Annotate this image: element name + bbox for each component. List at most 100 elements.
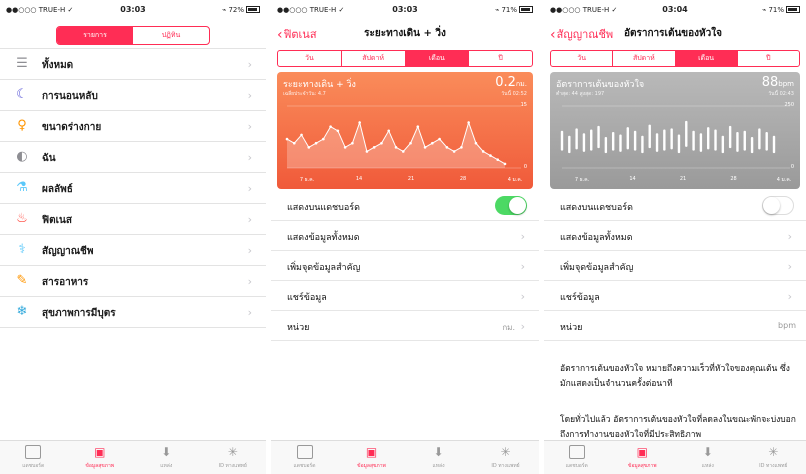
range-bar <box>619 134 622 152</box>
chevron-right-icon: › <box>520 320 525 333</box>
tab-label: แหล่ง <box>160 463 173 469</box>
tab-dashboard[interactable]: ▤ แดชบอร์ด <box>0 441 67 474</box>
range-bar <box>721 135 725 154</box>
segment-year[interactable]: ปี <box>738 51 799 66</box>
data-point <box>409 141 412 145</box>
segment-week[interactable]: สัปดาห์ <box>613 51 676 66</box>
chart-subtitle: เฉลี่ยประจำวัน: 4.7 <box>283 91 326 97</box>
tab-label: ข้อมูลสุขภาพ <box>357 463 386 469</box>
tab-bar: ▤ แดชบอร์ด ▣ ข้อมูลสุขภาพ ⬇ แหล่ง ✳ ID ทางแพ… <box>0 440 266 474</box>
row-label: แสดงข้อมูลทั้งหมด <box>560 233 633 243</box>
range-bar <box>568 135 571 154</box>
back-button[interactable]: ‹สัญญาณชีพ <box>550 25 613 43</box>
segment-year[interactable]: ปี <box>469 51 532 66</box>
chevron-right-icon: › <box>787 290 792 303</box>
chevron-right-icon: › <box>520 230 525 243</box>
tab-sources[interactable]: ⬇ แหล่ง <box>405 441 472 474</box>
list-calendar-segment[interactable]: รายการ ปฏิทิน <box>56 26 210 45</box>
list-icon: ☰ <box>16 56 28 71</box>
data-point <box>372 146 376 149</box>
battery-percent: 71% <box>501 6 517 14</box>
range-segment[interactable]: วัน สัปดาห์ เดือน ปี <box>550 50 800 67</box>
segment-month[interactable]: เดือน <box>405 51 470 66</box>
row-label: แชร์ข้อมูล <box>287 293 327 303</box>
x-tick-label: 4 ม.ค. <box>776 177 792 183</box>
chevron-right-icon: › <box>520 260 525 273</box>
y-max-label: 250 <box>784 102 794 108</box>
sources-icon: ⬇ <box>702 445 713 459</box>
tab-medical-id[interactable]: ✳ ID ทางแพทย์ <box>472 441 539 474</box>
tab-sources[interactable]: ⬇ แหล่ง <box>133 441 200 474</box>
snowflake-icon: ❄ <box>16 304 28 319</box>
tab-label: แหล่ง <box>432 463 445 469</box>
unit-row[interactable]: หน่วย bpm <box>544 311 806 341</box>
y-min-label: 0 <box>790 164 794 170</box>
dashboard-toggle[interactable] <box>762 196 794 215</box>
chevron-right-icon: › <box>787 230 792 243</box>
tab-dashboard[interactable]: ▤ แดชบอร์ด <box>544 441 610 474</box>
category-item[interactable]: ❄ สุขภาพการมีบุตร › <box>0 297 266 328</box>
dashboard-toggle[interactable] <box>495 196 527 215</box>
show-on-dashboard-row[interactable]: แสดงบนแดชบอร์ด <box>271 191 539 221</box>
show-all-data-row[interactable]: แสดงข้อมูลทั้งหมด › <box>544 221 806 251</box>
x-tick-label: 28 <box>459 176 467 182</box>
data-point <box>380 141 383 145</box>
data-point <box>416 125 420 128</box>
data-point <box>394 146 398 149</box>
current-value: 88bpm <box>762 75 794 90</box>
data-point <box>431 141 434 145</box>
add-data-point-row[interactable]: เพิ่มจุดข้อมูลสำคัญ › <box>271 251 539 281</box>
range-bar <box>728 125 732 149</box>
range-bar <box>692 130 695 151</box>
data-point <box>387 129 391 133</box>
category-item[interactable]: ♀ ขนาดร่างกาย › <box>0 111 266 142</box>
battery-indicator: ⌁ 72% <box>222 6 260 14</box>
show-on-dashboard-row[interactable]: แสดงบนแดชบอร์ด <box>544 191 806 221</box>
unit-row[interactable]: หน่วย กม. › <box>271 311 539 341</box>
category-item[interactable]: ☾ การนอนหลับ › <box>0 80 266 111</box>
category-item[interactable]: ☰ ทั้งหมด › <box>0 49 266 80</box>
category-item[interactable]: ⚕ สัญญาณชีพ › <box>0 235 266 266</box>
row-label: หน่วย <box>560 323 583 333</box>
segment-week[interactable]: สัปดาห์ <box>342 51 406 66</box>
data-point <box>438 137 441 141</box>
category-list: ☰ ทั้งหมด › ☾ การนอนหลับ › ♀ ขนาดร่างกาย › ◐ ฉัน › ⚗… <box>0 48 266 328</box>
tab-health-data[interactable]: ▣ ข้อมูลสุขภาพ <box>610 441 676 474</box>
category-label: สารอาหาร <box>42 277 89 288</box>
segment-list[interactable]: รายการ <box>57 27 133 44</box>
range-segment[interactable]: วัน สัปดาห์ เดือน ปี <box>277 50 533 67</box>
share-data-row[interactable]: แชร์ข้อมูล › <box>271 281 539 311</box>
chevron-right-icon: › <box>247 306 252 319</box>
tab-medical-id[interactable]: ✳ ID ทางแพทย์ <box>741 441 806 474</box>
share-data-row[interactable]: แชร์ข้อมูล › <box>544 281 806 311</box>
segment-month[interactable]: เดือน <box>675 51 738 66</box>
value-unit: กม. <box>515 80 527 88</box>
show-all-data-row[interactable]: แสดงข้อมูลทั้งหมด › <box>271 221 539 251</box>
segment-day[interactable]: วัน <box>551 51 614 66</box>
tab-health-data[interactable]: ▣ ข้อมูลสุขภาพ <box>338 441 405 474</box>
tab-dashboard[interactable]: ▤ แดชบอร์ด <box>271 441 338 474</box>
tab-health-data[interactable]: ▣ ข้อมูลสุขภาพ <box>67 441 134 474</box>
category-item[interactable]: ♨ ฟิตเนส › <box>0 204 266 235</box>
category-item[interactable]: ✎ สารอาหาร › <box>0 266 266 297</box>
tab-medical-id[interactable]: ✳ ID ทางแพทย์ <box>200 441 267 474</box>
chart-title: ระยะทางเดิน + วิ่ง <box>283 80 356 90</box>
tab-sources[interactable]: ⬇ แหล่ง <box>675 441 741 474</box>
segment-calendar[interactable]: ปฏิทิน <box>133 27 209 44</box>
toggle-knob <box>509 197 526 214</box>
data-point <box>496 158 500 162</box>
flame-icon: ♨ <box>16 211 28 226</box>
x-tick-label: 4 ม.ค. <box>507 177 523 183</box>
category-item[interactable]: ◐ ฉัน › <box>0 142 266 173</box>
segment-day[interactable]: วัน <box>278 51 342 66</box>
add-data-point-row[interactable]: เพิ่มจุดข้อมูลสำคัญ › <box>544 251 806 281</box>
status-bar: ●●○○○ TRUE-H ✓ 03:04 ⌁ 71% <box>544 0 806 20</box>
category-item[interactable]: ⚗ ผลลัพธ์ › <box>0 173 266 204</box>
range-bar <box>714 129 717 151</box>
dashboard-icon: ▤ <box>296 445 313 459</box>
row-label: แสดงบนแดชบอร์ด <box>287 203 360 213</box>
tab-label: แดชบอร์ด <box>293 463 316 469</box>
range-bar <box>590 129 593 151</box>
category-label: ฟิตเนส <box>42 215 72 226</box>
x-tick-label: 7 ธ.ค. <box>299 177 315 183</box>
